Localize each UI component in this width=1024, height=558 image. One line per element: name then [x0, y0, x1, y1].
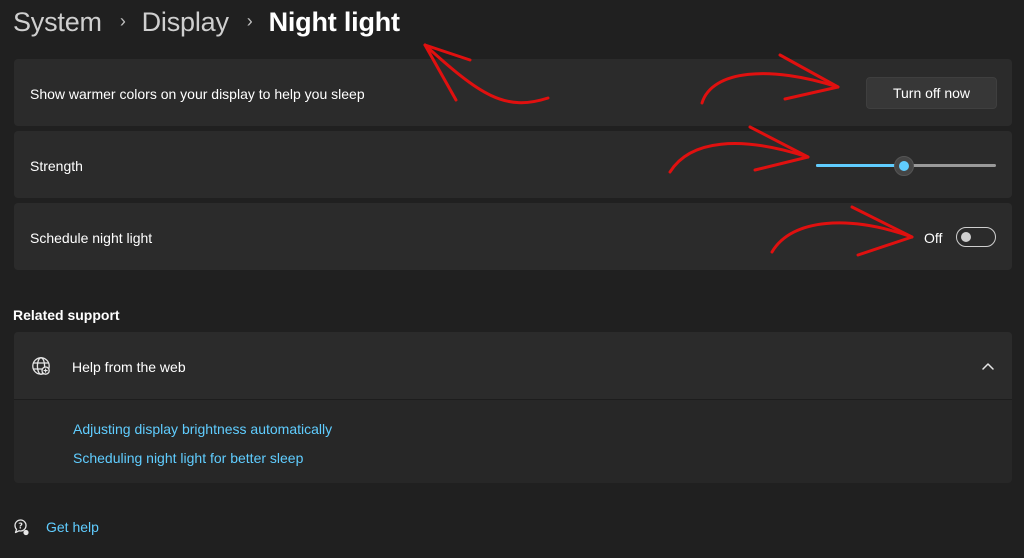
chevron-right-icon: ›: [246, 10, 253, 31]
chevron-up-icon[interactable]: [981, 359, 995, 373]
strength-label: Strength: [30, 158, 83, 174]
settings-page: System › Display › Night light Show warm…: [0, 0, 1024, 558]
link-adjusting-brightness[interactable]: Adjusting display brightness automatical…: [73, 421, 332, 437]
turn-off-now-button[interactable]: Turn off now: [866, 77, 997, 109]
schedule-toggle[interactable]: [956, 227, 996, 247]
expander-header[interactable]: Help from the web: [14, 332, 1012, 399]
svg-text:?: ?: [18, 522, 23, 531]
help-from-web-expander: Help from the web Adjusting display brig…: [14, 332, 1012, 483]
schedule-state-label: Off: [924, 230, 943, 246]
page-title: Night light: [268, 6, 400, 37]
expander-title: Help from the web: [72, 359, 186, 375]
chevron-right-icon: ›: [119, 10, 126, 31]
divider: [14, 399, 1012, 400]
schedule-label: Schedule night light: [30, 230, 153, 246]
breadcrumb: System › Display › Night light: [13, 2, 400, 42]
breadcrumb-item-display[interactable]: Display: [142, 7, 229, 38]
strength-slider[interactable]: [816, 153, 996, 177]
night-light-card: Show warmer colors on your display to he…: [14, 59, 1012, 126]
help-chat-icon: ?: [14, 519, 29, 536]
strength-card: Strength: [14, 131, 1012, 198]
night-light-description: Show warmer colors on your display to he…: [30, 86, 365, 102]
slider-fill: [816, 164, 904, 167]
link-scheduling-night-light[interactable]: Scheduling night light for better sleep: [73, 450, 303, 466]
get-help-label: Get help: [46, 519, 99, 535]
breadcrumb-item-system[interactable]: System: [13, 7, 102, 38]
globe-icon: [32, 357, 50, 375]
schedule-card: Schedule night light Off: [14, 203, 1012, 270]
get-help-link[interactable]: ? Get help: [12, 516, 99, 538]
toggle-knob: [961, 232, 971, 242]
slider-thumb-dot: [899, 161, 909, 171]
slider-thumb[interactable]: [894, 156, 914, 176]
related-support-heading: Related support: [13, 307, 120, 323]
